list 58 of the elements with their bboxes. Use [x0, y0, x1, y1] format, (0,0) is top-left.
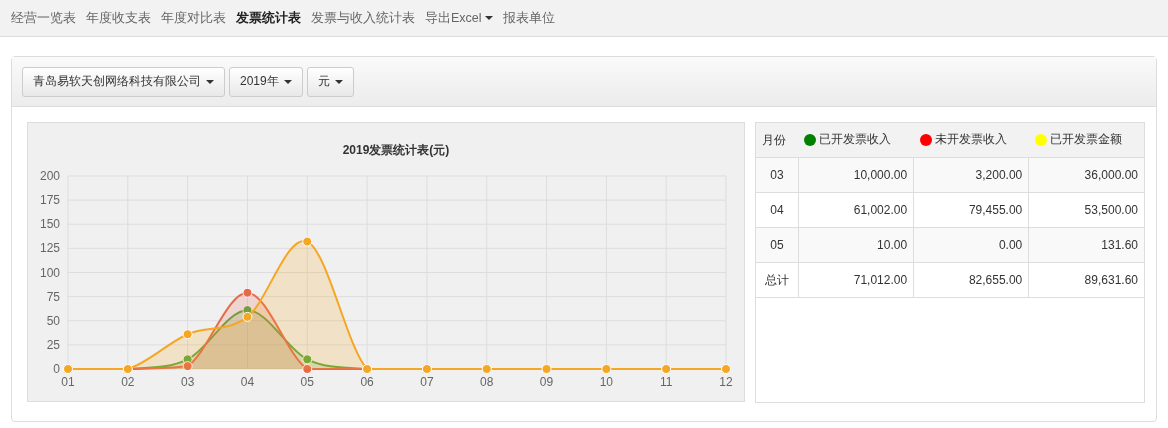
chart-title: 2019发票统计表(元): [342, 143, 450, 157]
nav-tab[interactable]: 导出Excel: [420, 9, 498, 27]
y-tick-label: 25: [46, 337, 60, 352]
caret-icon: [334, 79, 343, 84]
table-cell: 71,012.00: [798, 262, 914, 298]
table-cell: 10.00: [798, 227, 914, 263]
data-point: [242, 311, 253, 322]
table-cell: 131.60: [1028, 227, 1144, 263]
filter-dropdown[interactable]: 2019年: [229, 66, 303, 97]
x-tick-label: 10: [599, 375, 614, 389]
x-tick-label: 04: [240, 375, 255, 389]
column-header: 月份: [762, 131, 786, 149]
data-point: [302, 354, 313, 365]
x-tick-label: 06: [360, 375, 374, 389]
column-header: 已开发票金额: [1049, 131, 1122, 149]
nav-tab[interactable]: 年度对比表: [156, 9, 231, 27]
y-tick-label: 150: [39, 217, 60, 232]
column-header: 已开发票收入: [819, 131, 892, 149]
column-header: 未开发票收入: [934, 131, 1007, 149]
table-cell: 总计: [756, 262, 799, 298]
table-cell: 89,631.60: [1028, 262, 1144, 298]
x-tick-label: 02: [121, 375, 135, 389]
y-tick-label: 75: [46, 289, 60, 304]
y-tick-label: 175: [39, 193, 60, 208]
nav-tab[interactable]: 经营一览表: [6, 9, 81, 27]
table-cell: 10,000.00: [798, 157, 914, 193]
x-tick-label: 09: [539, 375, 554, 389]
y-tick-label: 50: [46, 313, 60, 328]
nav-tab[interactable]: 发票与收入统计表: [306, 9, 420, 27]
table-cell: 61,002.00: [798, 192, 914, 228]
x-tick-label: 03: [180, 375, 195, 389]
caret-icon: [206, 79, 214, 84]
caret-icon: [283, 79, 292, 84]
x-tick-label: 11: [659, 375, 673, 389]
nav-tab[interactable]: 发票统计表: [231, 9, 306, 27]
filter-dropdown[interactable]: 青岛易软天创网络科技有限公司: [22, 66, 225, 97]
y-tick-label: 100: [39, 265, 60, 280]
nav-tab[interactable]: 年度收支表: [81, 9, 156, 27]
table-cell: 36,000.00: [1028, 157, 1144, 193]
nav-tab[interactable]: 报表单位: [497, 9, 560, 27]
y-tick-label: 125: [39, 241, 60, 256]
data-point: [182, 329, 193, 340]
x-tick-label: 05: [300, 375, 314, 389]
table-cell: 3,200.00: [913, 157, 1029, 193]
table-cell: 05: [756, 227, 799, 263]
x-tick-label: 07: [420, 375, 434, 389]
x-tick-label: 12: [719, 375, 733, 389]
table-cell: 82,655.00: [913, 262, 1029, 298]
table-cell: 53,500.00: [1028, 192, 1144, 228]
x-tick-label: 08: [480, 375, 494, 389]
table-cell: 0.00: [913, 227, 1029, 263]
table-cell: 04: [756, 192, 799, 228]
table-cell: 03: [756, 157, 799, 193]
filter-dropdown[interactable]: 元: [306, 66, 354, 97]
y-tick-label: 200: [39, 169, 60, 183]
y-tick-label: 0: [53, 362, 60, 376]
x-tick-label: 01: [61, 375, 75, 389]
table-cell: 79,455.00: [913, 192, 1029, 228]
